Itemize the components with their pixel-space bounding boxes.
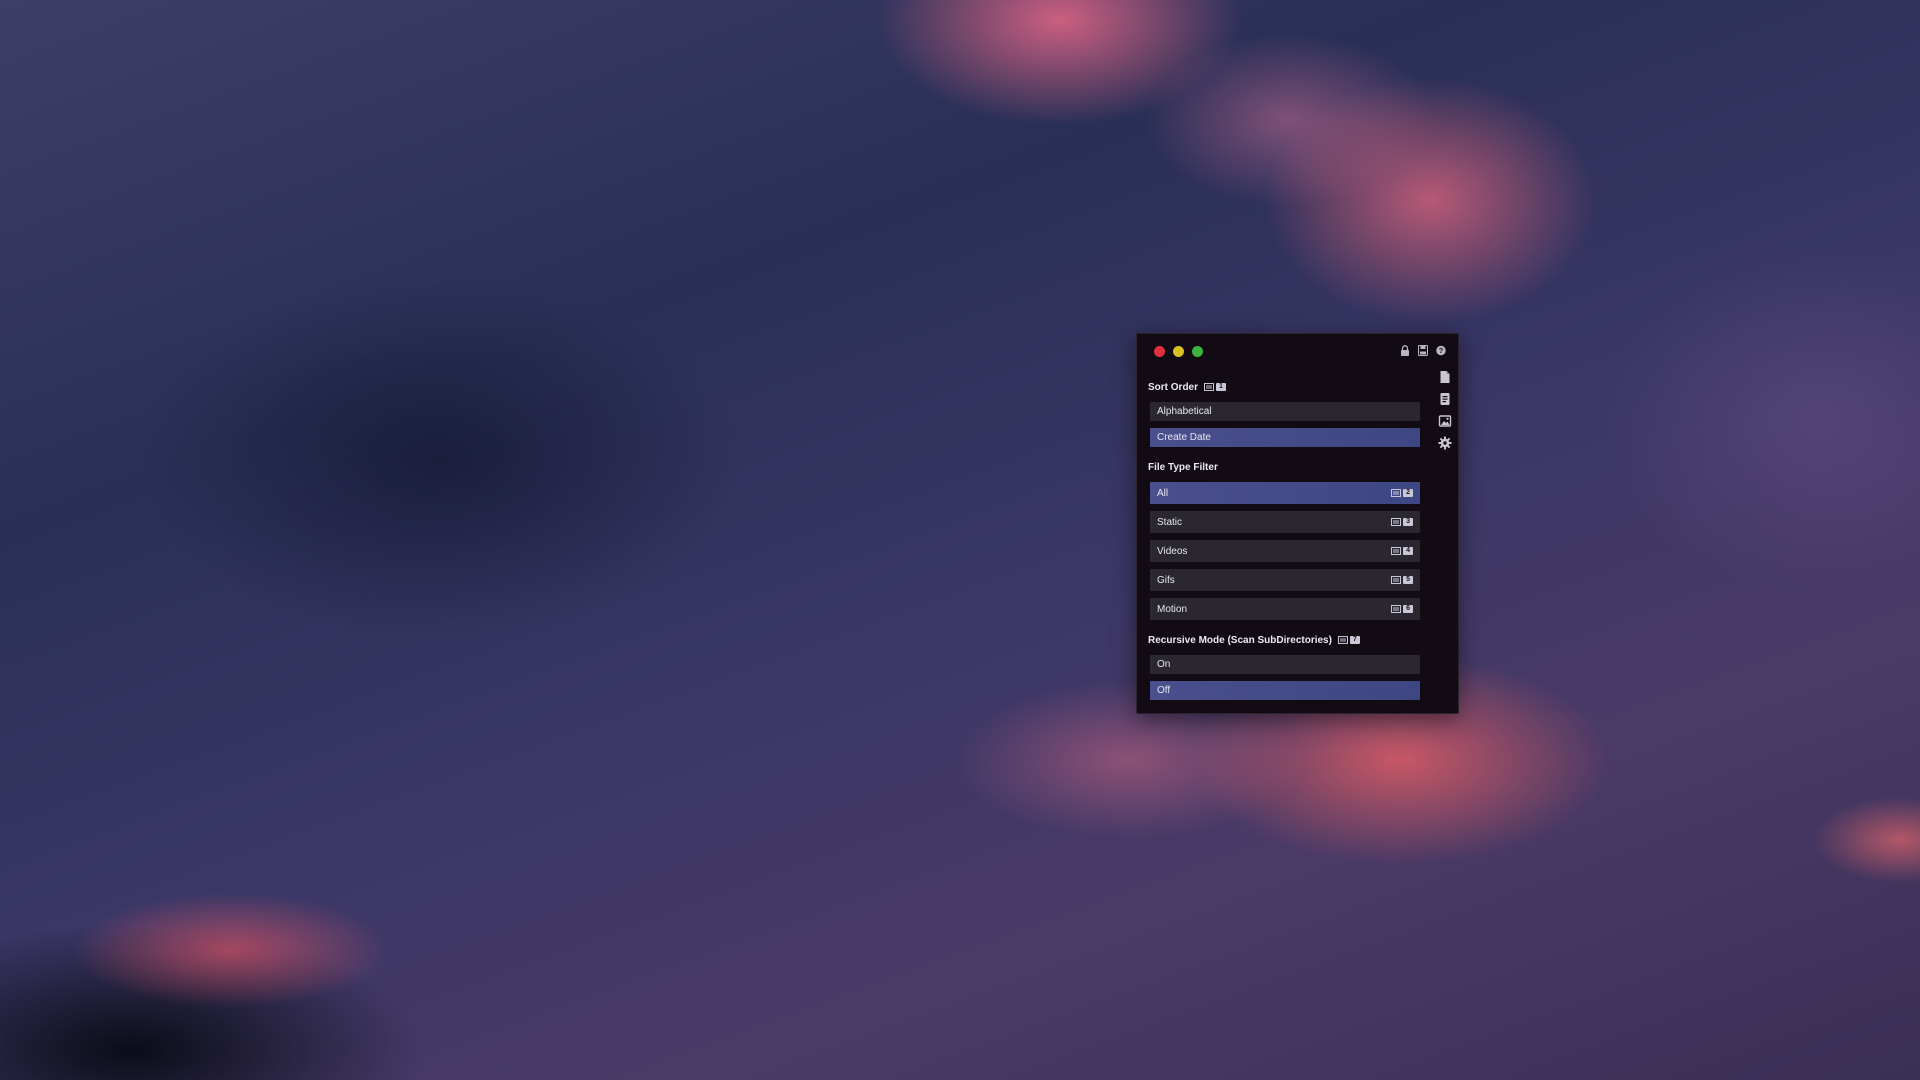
shortcut-key: 2 bbox=[1403, 489, 1413, 497]
lock-icon[interactable] bbox=[1400, 345, 1410, 356]
shortcut-key: 6 bbox=[1403, 605, 1413, 613]
keyboard-icon bbox=[1391, 547, 1402, 555]
save-icon[interactable] bbox=[1418, 345, 1428, 356]
keyboard-icon bbox=[1391, 518, 1402, 526]
sort-order-heading: Sort Order 1 bbox=[1148, 381, 1420, 393]
document-icon[interactable] bbox=[1438, 392, 1452, 406]
recursive-mode-title: Recursive Mode (Scan SubDirectories) bbox=[1148, 634, 1332, 646]
gear-icon[interactable] bbox=[1438, 436, 1452, 450]
shortcut-key: 7 bbox=[1349, 636, 1360, 644]
settings-panel: ? Sort Order 1 Alphabetical Create Date … bbox=[1136, 333, 1459, 714]
shortcut-key: 4 bbox=[1403, 547, 1413, 555]
help-icon[interactable]: ? bbox=[1436, 345, 1446, 356]
keyboard-icon bbox=[1337, 636, 1348, 644]
keyboard-icon bbox=[1391, 605, 1402, 613]
recursive-mode-heading: Recursive Mode (Scan SubDirectories) 7 bbox=[1148, 634, 1420, 646]
filter-shortcut: 2 bbox=[1391, 489, 1413, 497]
minimize-button[interactable] bbox=[1173, 346, 1184, 357]
option-label: On bbox=[1157, 659, 1171, 670]
option-label: Motion bbox=[1157, 603, 1188, 615]
close-button[interactable] bbox=[1154, 346, 1165, 357]
filter-option-static[interactable]: Static 3 bbox=[1150, 511, 1420, 533]
option-label: Create Date bbox=[1157, 432, 1211, 443]
shortcut-key: 5 bbox=[1403, 576, 1413, 584]
keyboard-icon bbox=[1391, 489, 1402, 497]
window-controls bbox=[1154, 346, 1203, 357]
recursive-option-on[interactable]: On bbox=[1150, 655, 1420, 674]
filter-option-videos[interactable]: Videos 4 bbox=[1150, 540, 1420, 562]
file-type-filter-heading: File Type Filter bbox=[1148, 461, 1420, 473]
shortcut-key: 1 bbox=[1216, 383, 1226, 391]
keyboard-icon bbox=[1204, 383, 1215, 391]
image-icon[interactable] bbox=[1438, 414, 1452, 428]
filter-shortcut: 5 bbox=[1391, 576, 1413, 584]
filter-shortcut: 3 bbox=[1391, 518, 1413, 526]
recursive-mode-shortcut: 7 bbox=[1337, 636, 1360, 644]
sort-option-create-date[interactable]: Create Date bbox=[1150, 428, 1420, 447]
file-icon[interactable] bbox=[1438, 370, 1452, 384]
filter-option-gifs[interactable]: Gifs 5 bbox=[1150, 569, 1420, 591]
option-label: Videos bbox=[1157, 545, 1188, 557]
filter-option-motion[interactable]: Motion 6 bbox=[1150, 598, 1420, 620]
option-label: Static bbox=[1157, 516, 1183, 528]
shortcut-key: 3 bbox=[1403, 518, 1413, 526]
sort-option-alphabetical[interactable]: Alphabetical bbox=[1150, 402, 1420, 421]
sort-order-title: Sort Order bbox=[1148, 381, 1199, 393]
filter-shortcut: 6 bbox=[1391, 605, 1413, 613]
sort-order-shortcut: 1 bbox=[1204, 383, 1226, 391]
option-label: Gifs bbox=[1157, 574, 1175, 586]
filter-option-all[interactable]: All 2 bbox=[1150, 482, 1420, 504]
top-toolbar: ? bbox=[1400, 345, 1446, 356]
svg-text:?: ? bbox=[1439, 346, 1444, 355]
option-label: Alphabetical bbox=[1157, 406, 1212, 417]
option-label: Off bbox=[1157, 685, 1171, 696]
panel-content: Sort Order 1 Alphabetical Create Date Fi… bbox=[1148, 381, 1420, 707]
maximize-button[interactable] bbox=[1192, 346, 1203, 357]
keyboard-icon bbox=[1391, 576, 1402, 584]
option-label: All bbox=[1157, 487, 1169, 499]
file-type-filter-title: File Type Filter bbox=[1148, 461, 1218, 473]
filter-shortcut: 4 bbox=[1391, 547, 1413, 555]
side-toolbar bbox=[1438, 370, 1452, 450]
recursive-option-off[interactable]: Off bbox=[1150, 681, 1420, 700]
